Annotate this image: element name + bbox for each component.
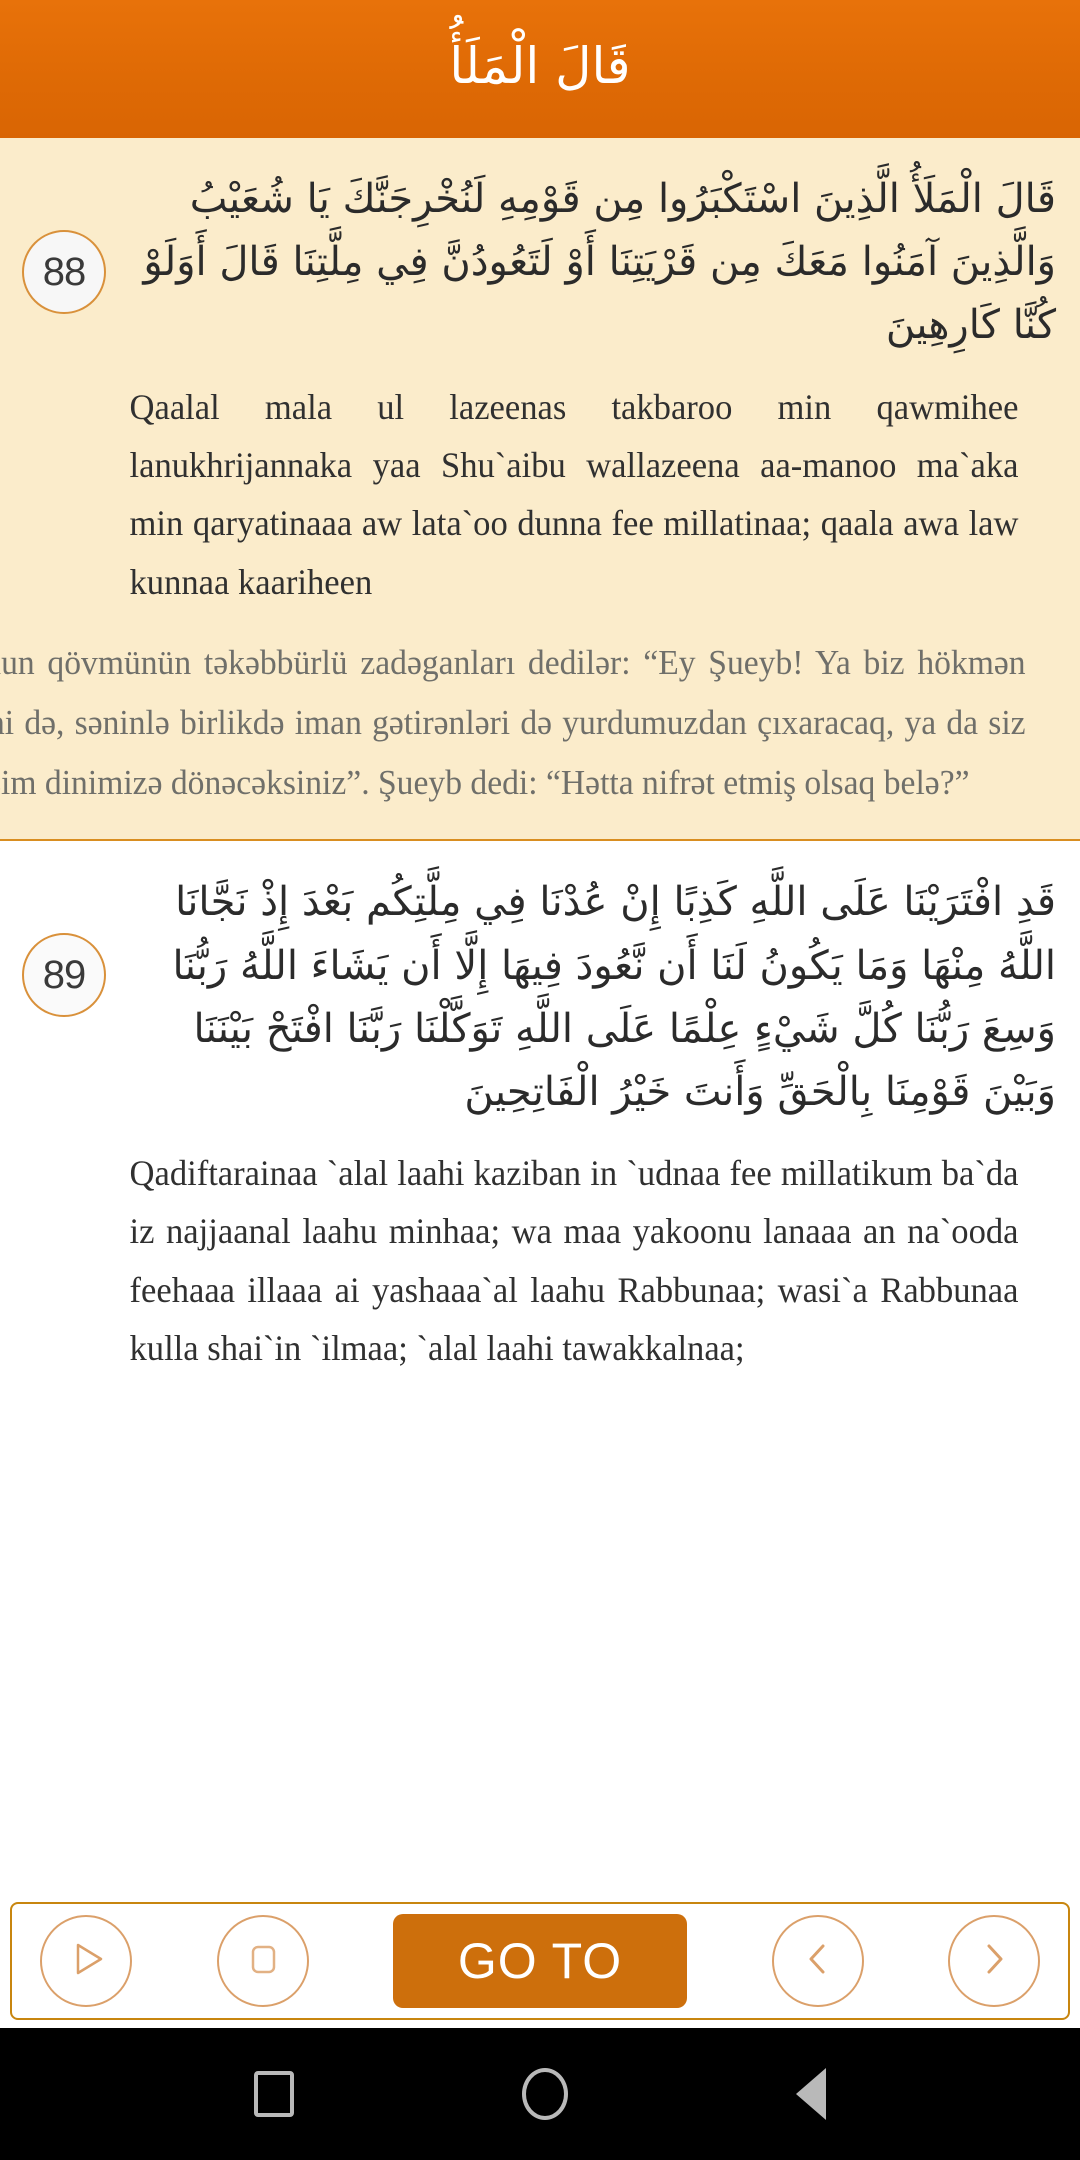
verse-number-badge: 89 [22,933,106,1018]
stop-button[interactable] [216,1915,309,2007]
play-icon [63,1936,109,1987]
verse-number-badge: 88 [22,230,106,314]
chevron-left-icon [796,1937,840,1986]
goto-button-label: GO TO [457,1933,623,1989]
verse-body: قَدِ افْتَرَيْنَا عَلَى اللَّهِ كَذِبًا … [118,857,1062,1377]
back-triangle-icon [796,2068,826,2120]
android-navigation-bar [0,2028,1080,2160]
verse-block-88[interactable]: 88 قَالَ الْمَلَأُ الَّذِينَ اسْتَكْبَرُ… [0,138,1080,840]
verse-scroll-area[interactable]: 88 قَالَ الْمَلَأُ الَّذِينَ اسْتَكْبَرُ… [0,138,1080,1902]
translation-text: Onun qövmünün təkəbbürlü zadəganları ded… [0,642,1026,803]
arabic-text: قَالَ الْمَلَأُ الَّذِينَ اسْتَكْبَرُوا … [143,176,1056,349]
quran-reader-screen: قَالَ الْمَلَأُ 88 قَالَ الْمَلَأُ الَّذ… [0,0,1080,2160]
verse-body: قَالَ الْمَلَأُ الَّذِينَ اسْتَكْبَرُوا … [118,154,1062,611]
verse-block-89[interactable]: 89 قَدِ افْتَرَيْنَا عَلَى اللَّهِ كَذِب… [0,841,1080,1404]
page-title: قَالَ الْمَلَأُ [449,36,631,95]
recents-icon[interactable] [254,2071,294,2117]
arabic-text: قَدِ افْتَرَيْنَا عَلَى اللَّهِ كَذِبًا … [172,879,1056,1115]
chevron-right-icon [972,1937,1016,1986]
previous-button[interactable] [771,1915,864,2007]
home-icon[interactable] [522,2068,568,2120]
stop-icon [241,1937,285,1986]
transliteration-text: Qadiftarainaa `alal laahi kaziban in `ud… [129,1153,1019,1369]
app-header: قَالَ الْمَلَأُ [0,0,1080,138]
play-button[interactable] [40,1915,132,2007]
goto-button[interactable]: GO TO [393,1914,687,2008]
playback-toolbar: GO TO [10,1902,1070,2020]
next-button[interactable] [948,1915,1040,2007]
transliteration-text: Qaalal mala ul lazeenas takbaroo min qaw… [129,386,1019,602]
back-button[interactable] [796,2068,826,2120]
